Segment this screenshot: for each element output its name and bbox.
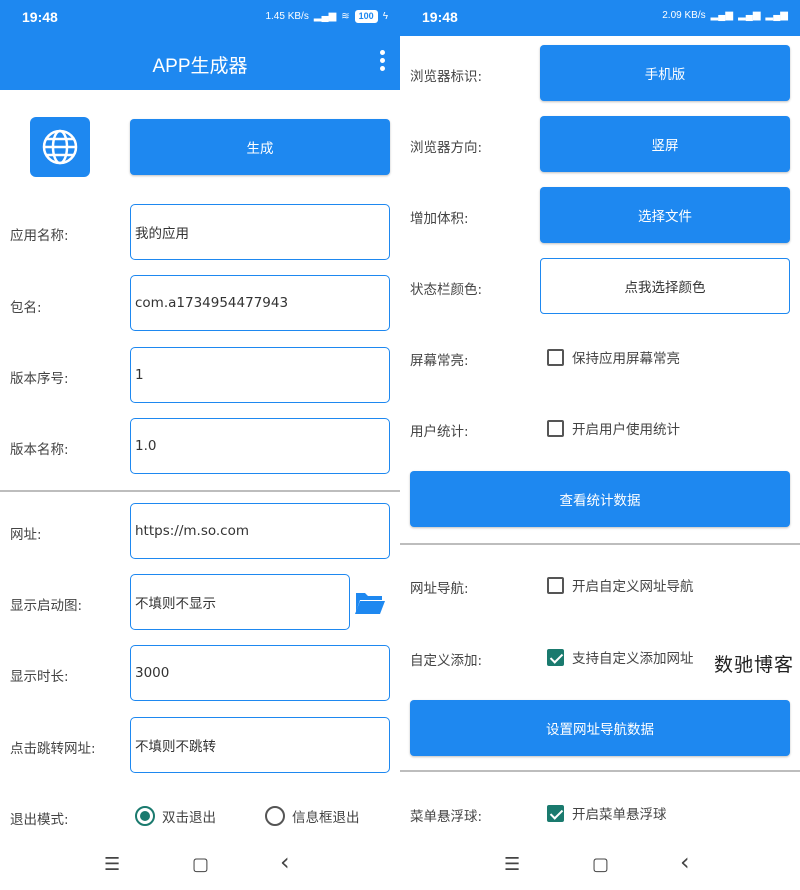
section-divider (0, 490, 400, 492)
splash-input[interactable]: 不填则不显示 (130, 574, 350, 630)
more-menu-icon[interactable] (378, 50, 386, 76)
choose-color-button[interactable]: 点我选择颜色 (540, 258, 790, 314)
keep-screen-text: 保持应用屏幕常亮 (572, 351, 680, 367)
home-icon[interactable]: ▢ (592, 854, 609, 875)
duration-input[interactable]: 3000 (130, 645, 390, 701)
url-nav-label: 网址导航: (410, 581, 469, 597)
checkbox-checked-icon (547, 804, 564, 822)
status-time: 19:48 (422, 9, 458, 25)
stats-text: 开启用户使用统计 (572, 422, 680, 438)
duration-label: 显示时长: (10, 669, 69, 685)
signal-icon: ▂▄▆ (710, 10, 734, 21)
left-screen: 19:48 1.45 KB/s ▂▄▆ ≋ 100 ϟ APP生成器 生成 应用… (0, 0, 400, 890)
signal-icon: ▂▄▆ (765, 10, 788, 21)
home-icon[interactable]: ▢ (192, 854, 209, 875)
orientation-button[interactable]: 竖屏 (540, 116, 790, 172)
status-bar: 19:48 2.09 KB/s ▂▄▆ ▂▄▆ ▂▄▆ (400, 0, 800, 36)
custom-add-checkbox[interactable]: 支持自定义添加网址 (547, 647, 694, 667)
recents-icon[interactable]: ☰ (504, 854, 520, 875)
section-divider (400, 770, 800, 772)
back-icon[interactable]: ‹ (680, 848, 690, 876)
app-name-input[interactable]: 我的应用 (130, 204, 390, 260)
custom-add-text: 支持自定义添加网址 (572, 651, 694, 667)
signal-icon: ▂▄▆ (738, 10, 761, 21)
statusbar-color-label: 状态栏颜色: (410, 282, 483, 298)
right-screen: 19:48 2.09 KB/s ▂▄▆ ▂▄▆ ▂▄▆ 浏览器标识: 手机版 浏… (400, 0, 800, 890)
float-ball-checkbox[interactable]: 开启菜单悬浮球 (547, 803, 667, 823)
app-title: APP生成器 (152, 56, 248, 77)
exit-mode-label: 退出模式: (10, 812, 69, 828)
keep-screen-label: 屏幕常亮: (410, 353, 469, 369)
watermark: 数驰博客 (713, 654, 794, 676)
size-label: 增加体积: (410, 211, 469, 227)
checkbox-unchecked-icon (547, 576, 564, 594)
version-name-label: 版本名称: (10, 442, 69, 458)
url-label: 网址: (10, 527, 42, 543)
stats-label: 用户统计: (410, 424, 469, 440)
app-bar: APP生成器 (0, 36, 400, 90)
section-divider (400, 543, 800, 545)
view-stats-button[interactable]: 查看统计数据 (410, 471, 790, 527)
exit-dialog-radio[interactable]: 信息框退出 (265, 806, 360, 826)
exit-double-radio[interactable]: 双击退出 (135, 806, 216, 826)
ua-button[interactable]: 手机版 (540, 45, 790, 101)
radio-unchecked-icon (265, 806, 285, 826)
back-icon[interactable]: ‹ (280, 848, 290, 876)
keep-screen-checkbox[interactable]: 保持应用屏幕常亮 (547, 347, 680, 367)
radio-checked-icon (135, 806, 155, 826)
charging-icon: ϟ (382, 11, 388, 22)
status-icons: 2.09 KB/s ▂▄▆ ▂▄▆ ▂▄▆ (662, 10, 788, 21)
orientation-label: 浏览器方向: (410, 140, 483, 156)
splash-label: 显示启动图: (10, 598, 83, 614)
wifi-icon: ≋ (341, 11, 350, 22)
custom-add-label: 自定义添加: (410, 653, 483, 669)
system-nav-bar: ☰ ▢ ‹ (0, 840, 400, 890)
globe-icon[interactable] (30, 117, 90, 177)
system-nav-bar: ☰ ▢ ‹ (400, 840, 800, 890)
status-icons: 1.45 KB/s ▂▄▆ ≋ 100 ϟ (265, 10, 388, 23)
nav-data-button[interactable]: 设置网址导航数据 (410, 700, 790, 756)
recents-icon[interactable]: ☰ (104, 854, 120, 875)
exit-double-label: 双击退出 (162, 810, 216, 826)
url-nav-text: 开启自定义网址导航 (572, 579, 694, 595)
package-input[interactable]: com.a1734954477943 (130, 275, 390, 331)
version-code-input[interactable]: 1 (130, 347, 390, 403)
app-name-label: 应用名称: (10, 228, 69, 244)
checkbox-unchecked-icon (547, 348, 564, 366)
status-bar: 19:48 1.45 KB/s ▂▄▆ ≋ 100 ϟ (0, 0, 400, 36)
float-ball-text: 开启菜单悬浮球 (572, 807, 667, 823)
ua-label: 浏览器标识: (410, 69, 483, 85)
version-code-label: 版本序号: (10, 371, 69, 387)
choose-file-button[interactable]: 选择文件 (540, 187, 790, 243)
version-name-input[interactable]: 1.0 (130, 418, 390, 474)
signal-icon: ▂▄▆ (313, 11, 337, 22)
checkbox-checked-icon (547, 648, 564, 666)
float-ball-label: 菜单悬浮球: (410, 809, 483, 825)
url-input[interactable]: https://m.so.com (130, 503, 390, 559)
battery-icon: 100 (354, 10, 378, 23)
exit-dialog-label: 信息框退出 (292, 810, 360, 826)
net-speed: 1.45 KB/s (265, 11, 309, 22)
click-url-input[interactable]: 不填则不跳转 (130, 717, 390, 773)
folder-icon[interactable] (354, 590, 386, 620)
generate-button[interactable]: 生成 (130, 119, 390, 175)
checkbox-unchecked-icon (547, 419, 564, 437)
status-time: 19:48 (22, 9, 58, 25)
package-label: 包名: (10, 300, 42, 316)
stats-checkbox[interactable]: 开启用户使用统计 (547, 418, 680, 438)
url-nav-checkbox[interactable]: 开启自定义网址导航 (547, 575, 694, 595)
click-url-label: 点击跳转网址: (10, 741, 96, 757)
net-speed: 2.09 KB/s (662, 10, 706, 21)
